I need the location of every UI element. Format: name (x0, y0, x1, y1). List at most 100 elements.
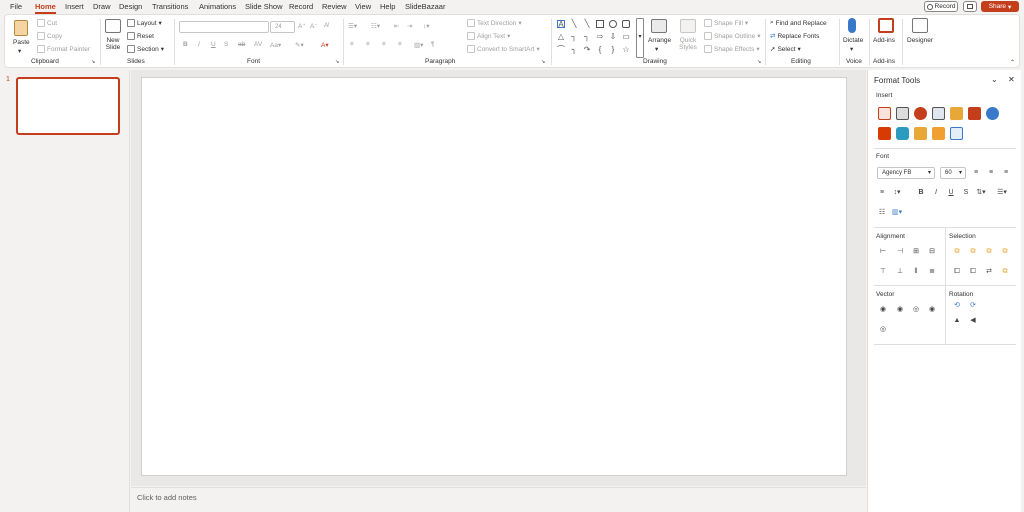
new-slide-button[interactable]: New Slide (104, 37, 122, 51)
tab-transitions[interactable]: Transitions (152, 2, 188, 11)
chevron-down-icon[interactable]: ▾ (655, 45, 658, 53)
elbow-connector-icon[interactable]: ┐ (570, 33, 578, 41)
rounded-rect-icon[interactable] (622, 20, 630, 28)
cut-button[interactable]: Cut (37, 19, 57, 27)
font-name-dropdown[interactable] (179, 21, 269, 33)
clipboard-launcher-icon[interactable]: ↘ (91, 59, 95, 65)
curve-icon[interactable]: ⌒ (557, 46, 565, 54)
flag-icon[interactable] (878, 127, 891, 140)
tab-home[interactable]: Home (35, 2, 56, 14)
chevron-down-icon[interactable]: ▾ (18, 47, 21, 55)
close-icon[interactable]: ✕ (1008, 75, 1015, 84)
record-button[interactable]: Record (924, 1, 958, 12)
tab-record[interactable]: Record (289, 2, 313, 11)
align-left-icon[interactable]: ≡ (350, 41, 354, 48)
section-button[interactable]: Section ▾ (127, 45, 164, 53)
slide-thumbnail[interactable] (16, 77, 120, 135)
grid-icon[interactable] (968, 107, 981, 120)
down-arrow-icon[interactable]: ⇩ (609, 33, 617, 41)
columns-icon[interactable]: ▥▾ (414, 41, 423, 49)
list-icon[interactable] (932, 127, 945, 140)
tab-animations[interactable]: Animations (199, 2, 236, 11)
font-size-dropdown[interactable]: 24 (270, 21, 295, 33)
arrange-button[interactable]: Arrange (648, 37, 671, 44)
addins-button[interactable]: Add-ins (873, 37, 895, 44)
tab-review[interactable]: Review (322, 2, 347, 11)
layout-button[interactable]: Layout ▾ (127, 19, 162, 27)
align-center-icon[interactable]: ≡ (366, 41, 370, 48)
tab-design[interactable]: Design (119, 2, 142, 11)
shape-fill-button[interactable]: Shape Fill ▾ (704, 19, 748, 27)
elbow-arrow-icon[interactable]: ┐ (583, 33, 591, 41)
ungroup-icon[interactable]: ⧠ (968, 267, 978, 277)
merge-subtract-icon[interactable]: ◎ (878, 325, 888, 335)
notes-pane[interactable]: Click to add notes (131, 487, 866, 512)
tab-help[interactable]: Help (380, 2, 395, 11)
flip-vertical-icon[interactable]: ▲ (952, 316, 962, 326)
merge-combine-icon[interactable]: ◉ (895, 305, 905, 315)
tab-insert[interactable]: Insert (65, 2, 84, 11)
merge-fragment-icon[interactable]: ◎ (911, 305, 921, 315)
people-icon[interactable] (914, 107, 927, 120)
swap-icon[interactable]: ⇄ (984, 267, 994, 277)
arc-icon[interactable]: ╮ (570, 46, 578, 54)
reset-button[interactable]: Reset (127, 32, 154, 40)
drawing-launcher-icon[interactable]: ↘ (757, 59, 761, 65)
justify-icon[interactable]: ≡ (398, 41, 402, 48)
underline-button[interactable]: U (946, 188, 956, 198)
right-arrow-icon[interactable]: ⇨ (596, 33, 604, 41)
format-painter-button[interactable]: Format Painter (37, 45, 90, 53)
italic-button[interactable]: I (931, 188, 941, 198)
rtl-icon[interactable]: ¶ (431, 41, 435, 48)
chevron-down-icon[interactable]: ⌄ (991, 75, 998, 84)
numbering-icon[interactable]: ☷ (877, 208, 887, 218)
line-spacing-icon[interactable]: ↕▾ (423, 22, 430, 30)
underline-button[interactable]: U (211, 41, 216, 48)
paragraph-launcher-icon[interactable]: ↘ (541, 59, 545, 65)
find-replace-button[interactable]: ⌕ Find and Replace (770, 19, 827, 27)
highlight-icon[interactable]: ✎▾ (295, 41, 304, 49)
align-objects-right-icon[interactable]: ⊣ (895, 247, 905, 257)
quick-styles-button[interactable]: Quick Styles (677, 37, 699, 51)
table-icon[interactable] (878, 107, 891, 120)
pane-font-name-dropdown[interactable]: Agency FB ▾ (877, 167, 935, 179)
star-icon[interactable]: ☆ (622, 46, 630, 54)
callout-icon[interactable]: ▭ (622, 33, 630, 41)
collapse-ribbon-icon[interactable]: ⌃ (1010, 59, 1015, 66)
align-left-icon[interactable]: ≡ (971, 168, 981, 178)
designer-button[interactable]: Designer (907, 37, 933, 44)
align-objects-center-icon[interactable]: ⊞ (911, 247, 921, 257)
distribute-vertical-icon[interactable]: ≣ (927, 267, 937, 277)
align-objects-left-icon[interactable]: ⊢ (878, 247, 888, 257)
line-spacing-icon[interactable]: ↕▾ (892, 188, 902, 198)
slide-canvas[interactable] (141, 77, 847, 476)
line-icon[interactable]: ╲ (570, 20, 578, 28)
image-icon[interactable] (896, 107, 909, 120)
smartart-button[interactable]: Convert to SmartArt ▾ (467, 45, 540, 53)
rotate-right-icon[interactable]: ⟳ (968, 301, 978, 311)
oval-icon[interactable] (609, 20, 617, 28)
strikethrough-button[interactable]: ab (238, 41, 245, 48)
text-box-icon[interactable]: A (557, 20, 565, 29)
bold-button[interactable]: B (183, 41, 188, 48)
rectangle-icon[interactable] (596, 20, 604, 28)
increase-indent-icon[interactable]: ⇥ (407, 22, 412, 30)
duplicate-icon[interactable]: ⧉ (1000, 267, 1010, 277)
map-icon[interactable] (896, 127, 909, 140)
chart-icon[interactable] (932, 107, 945, 120)
merge-union-icon[interactable]: ◉ (878, 305, 888, 315)
bar-chart-icon[interactable] (950, 127, 963, 140)
font-launcher-icon[interactable]: ↘ (335, 59, 339, 65)
dictate-button[interactable]: Dictate (843, 37, 863, 44)
curved-arrow-icon[interactable]: ↷ (583, 46, 591, 54)
brace-left-icon[interactable]: { (596, 46, 604, 54)
bullets-icon[interactable]: ☰▾ (997, 188, 1007, 198)
bullets-icon[interactable]: ☰▾ (348, 22, 357, 30)
shapes-gallery[interactable]: A ╲ ╲ △ ┐ ┐ ⇨ ⇩ ▭ ⌒ ╮ ↷ { } ☆ (555, 18, 635, 58)
select-same-outline-icon[interactable]: ⧉ (984, 247, 994, 257)
sticky-note-icon[interactable] (914, 127, 927, 140)
select-button[interactable]: ➚ Select ▾ (770, 45, 801, 54)
tab-slidebazaar[interactable]: SlideBazaar (405, 2, 445, 11)
select-same-fill-icon[interactable]: ⧉ (968, 247, 978, 257)
tab-view[interactable]: View (355, 2, 371, 11)
